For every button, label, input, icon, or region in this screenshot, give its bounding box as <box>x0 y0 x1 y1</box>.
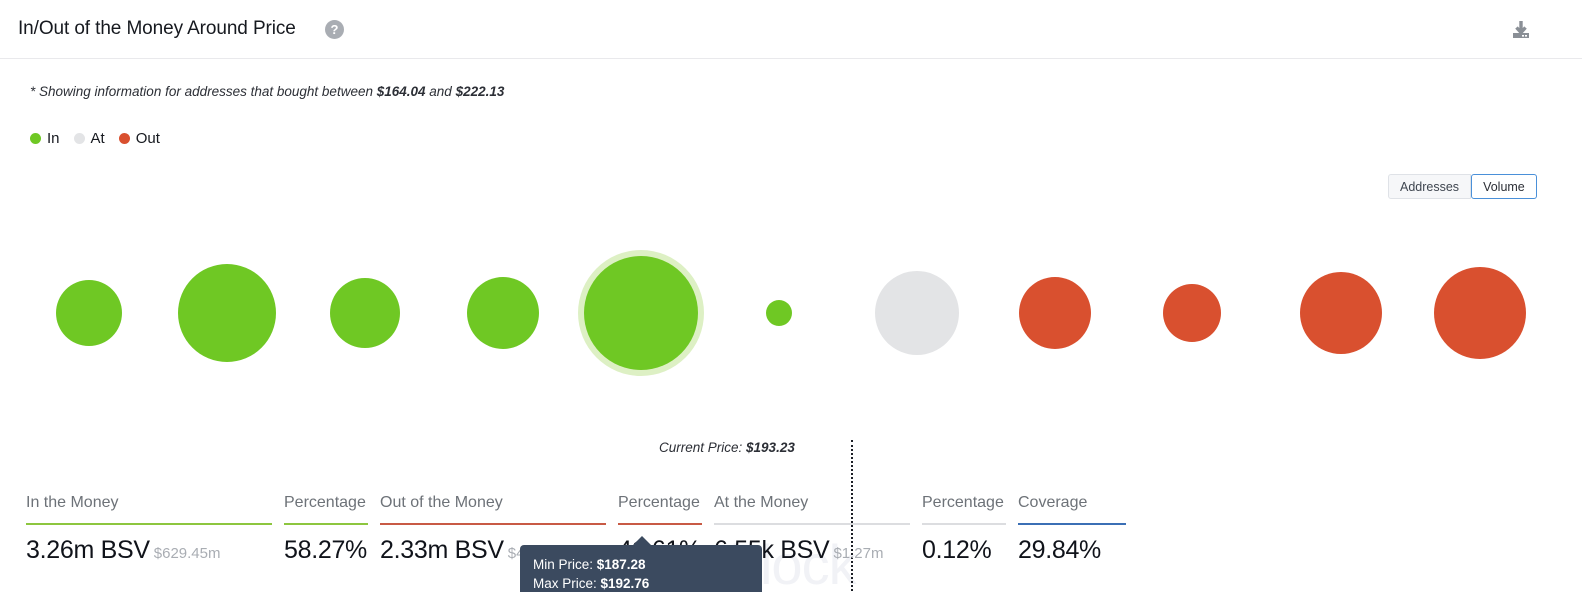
download-icon[interactable] <box>1507 16 1535 44</box>
page-title: In/Out of the Money Around Price <box>18 18 296 39</box>
current-price-value: $193.23 <box>746 440 795 455</box>
bubble-out-10[interactable] <box>1434 267 1526 359</box>
stat-value: 2.33m BSV <box>380 536 504 564</box>
range-note-prefix: * Showing information for addresses that… <box>30 84 377 99</box>
chart-legend: In At Out <box>30 130 174 147</box>
stat-coverage-6: Coverage 29.84% <box>1018 492 1138 566</box>
stat-label: Coverage <box>1018 494 1088 511</box>
tooltip-row: Max Price: $192.76 <box>533 574 749 592</box>
stat-value-row: 0.12% <box>922 534 1006 566</box>
legend-item-at[interactable]: At <box>73 130 105 147</box>
stat-label: Out of the Money <box>380 494 503 511</box>
stat-subvalue: $1.27m <box>833 545 884 562</box>
bubble-in-3[interactable] <box>467 277 539 349</box>
bubble-out-9[interactable] <box>1300 272 1382 354</box>
legend-dot-icon <box>118 133 130 144</box>
bubble-in-1[interactable] <box>178 264 276 362</box>
legend-dot-icon <box>73 133 85 144</box>
stat-label: Percentage <box>922 494 1004 511</box>
tooltip-row: Min Price: $187.28 <box>533 555 749 574</box>
stat-value-row: 58.27% <box>284 534 368 566</box>
stat-value: 29.84% <box>1018 536 1101 564</box>
bubble-in-4[interactable] <box>584 256 698 370</box>
legend-label: At <box>90 130 105 147</box>
legend-label: Out <box>135 130 160 147</box>
stat-value: 58.27% <box>284 536 367 564</box>
chart-widget: In/Out of the Money Around Price ? * Sho… <box>0 0 1582 592</box>
legend-item-in[interactable]: In <box>30 130 60 147</box>
widget-header: In/Out of the Money Around Price ? <box>0 0 1582 59</box>
stat-subvalue: $629.45m <box>153 545 221 562</box>
range-note-min: $164.04 <box>376 84 426 99</box>
stat-underline <box>1018 523 1126 525</box>
tooltip-row-value: $192.76 <box>600 576 650 592</box>
stat-value-row: 3.26m BSV $629.45m <box>26 534 272 570</box>
stat-in-the-money-0: In the Money 3.26m BSV $629.45m <box>26 492 284 570</box>
stat-label: In the Money <box>26 494 119 511</box>
current-price-prefix: Current Price: <box>659 440 747 455</box>
tooltip-arrow <box>632 536 652 546</box>
bubble-in-5[interactable] <box>766 300 792 326</box>
bubble-in-0[interactable] <box>56 280 122 346</box>
bubble-out-7[interactable] <box>1019 277 1091 349</box>
stat-label: Percentage <box>284 494 366 511</box>
stat-value: 0.12% <box>922 536 992 564</box>
current-price-label: Current Price: $193.23 <box>659 440 795 455</box>
bubble-chart: theblock Current Price: $193.23 $164.04t… <box>0 210 1582 592</box>
range-note: * Showing information for addresses that… <box>30 84 504 99</box>
bubble-in-2[interactable] <box>330 278 400 348</box>
tooltip-row-label: Max Price: <box>533 576 601 592</box>
stat-label: Percentage <box>618 494 700 511</box>
stat-percentage-5: Percentage 0.12% <box>922 492 1018 566</box>
legend-item-out[interactable]: Out <box>118 130 160 147</box>
tooltip-row-label: Min Price: <box>533 557 597 572</box>
range-note-middle: and <box>425 84 456 99</box>
stat-underline <box>284 523 368 525</box>
legend-label: In <box>47 130 60 147</box>
toggle-volume-button[interactable]: Volume <box>1471 174 1537 199</box>
bubble-out-8[interactable] <box>1163 284 1221 342</box>
stat-percentage-1: Percentage 58.27% <box>284 492 380 566</box>
stat-underline <box>922 523 1006 525</box>
tooltip-row-value: $187.28 <box>596 557 646 572</box>
metric-toggle-group: Addresses Volume <box>1388 174 1537 199</box>
stat-underline <box>26 523 272 525</box>
bubble-tooltip: Min Price: $187.28Max Price: $192.76Aver… <box>520 536 762 592</box>
range-note-max: $222.13 <box>455 84 505 99</box>
legend-dot-icon <box>30 133 41 144</box>
stat-underline <box>618 523 702 525</box>
bubble-at-6[interactable] <box>875 271 959 355</box>
stat-label: At the Money <box>714 494 809 511</box>
help-icon[interactable]: ? <box>325 20 344 39</box>
stat-value-row: 29.84% <box>1018 534 1126 566</box>
toggle-addresses-button[interactable]: Addresses <box>1388 174 1472 199</box>
stat-value: 3.26m BSV <box>26 536 150 564</box>
stat-underline <box>380 523 606 525</box>
stat-underline <box>714 523 910 525</box>
